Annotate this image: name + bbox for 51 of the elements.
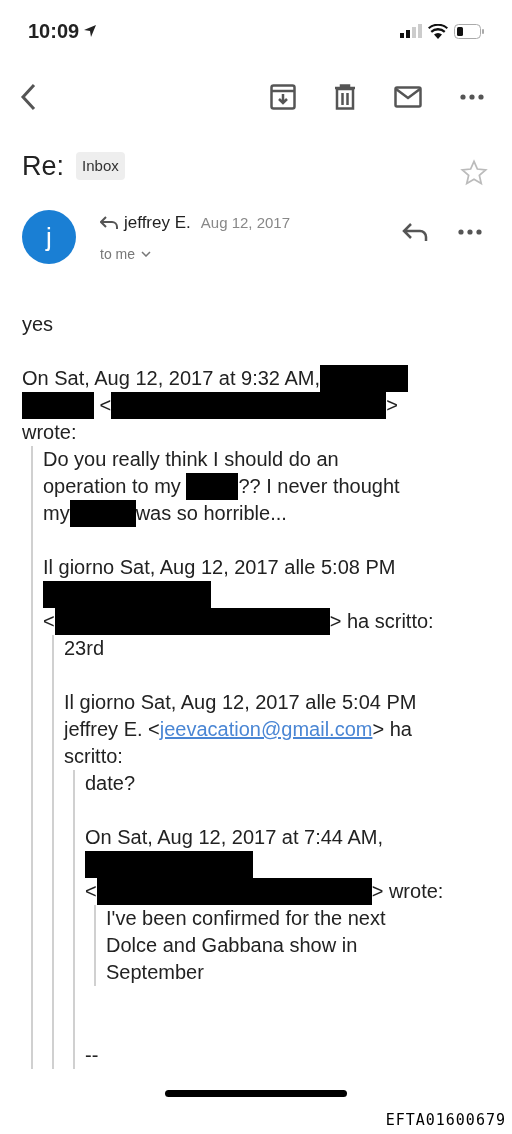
location-icon — [83, 24, 98, 38]
reply-icon — [100, 215, 118, 230]
redaction-bar — [186, 473, 239, 500]
message-text: Il giorno Sat, Aug 12, 2017 alle 5:04 PM — [64, 691, 417, 713]
message-text: > wrote: — [371, 880, 444, 902]
message-text: jeffrey E. < — [64, 718, 160, 740]
email-link[interactable]: jeevacation@gmail.com — [159, 718, 373, 740]
redaction-bar — [69, 500, 136, 527]
message-text: wrote: — [22, 421, 77, 443]
message-text: operation to my — [43, 475, 182, 497]
delete-button[interactable] — [334, 84, 356, 110]
message-text: my — [43, 502, 70, 524]
message-text: Il giorno Sat, Aug 12, 2017 alle 5:08 PM — [43, 556, 396, 578]
signal-icon — [400, 24, 422, 38]
message-text: > ha scritto: — [329, 610, 434, 632]
sender-name: jeffrey E. — [124, 212, 191, 234]
redaction-bar — [22, 392, 94, 419]
message-text: On Sat, Aug 12, 2017 at 7:44 AM, — [85, 826, 383, 848]
inbox-label: Inbox — [76, 151, 125, 181]
message-text: On Sat, Aug 12, 2017 at 9:32 AM, — [22, 367, 320, 389]
chevron-down-icon — [141, 251, 151, 257]
message-text: yes — [22, 313, 54, 335]
more-button[interactable] — [458, 229, 482, 235]
email-subject: Re: — [22, 149, 65, 183]
message-text: Dolce and Gabbana show in — [106, 934, 358, 956]
message-date: Aug 12, 2017 — [200, 212, 291, 233]
message-text: -- — [85, 1044, 99, 1066]
sender-avatar: j — [22, 210, 76, 264]
mail-button[interactable] — [394, 86, 422, 108]
star-button[interactable] — [460, 159, 488, 187]
message-text: September — [106, 961, 204, 983]
reply-button[interactable] — [402, 222, 428, 242]
archive-button[interactable] — [270, 84, 296, 110]
battery-icon — [454, 23, 484, 39]
message-text: Do you really think I should do an — [43, 448, 339, 470]
message-text: 23rd — [64, 637, 105, 659]
message-text: I've been confirmed for the next — [106, 907, 386, 929]
message-text: < — [98, 394, 112, 416]
message-text: ?? I never thought — [238, 475, 400, 497]
status-time: 10:09 — [28, 19, 80, 44]
document-number: EFTA01600679 — [385, 1111, 506, 1129]
message-text: was so horrible... — [135, 502, 287, 524]
more-button[interactable] — [460, 94, 484, 100]
message-text: date? — [85, 772, 136, 794]
message-text: < — [85, 880, 97, 902]
message-text: scritto: — [64, 745, 123, 767]
message-text: > — [386, 394, 398, 416]
message-text: < — [43, 610, 55, 632]
message-text: > ha — [372, 718, 412, 740]
wifi-icon — [428, 23, 448, 39]
recipient-toggle[interactable]: to me — [100, 243, 291, 265]
